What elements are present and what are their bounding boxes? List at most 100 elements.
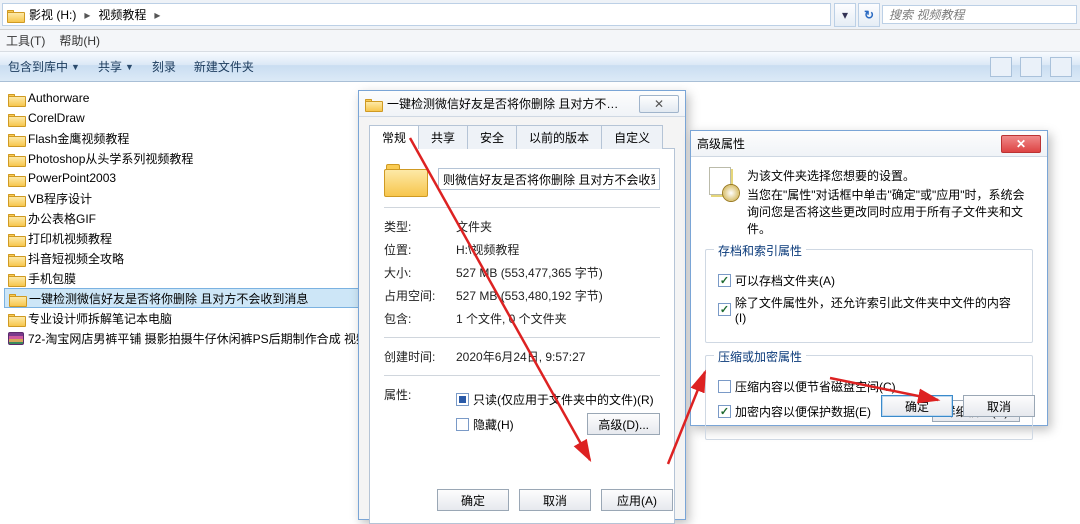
apply-button[interactable]: 应用(A): [601, 489, 673, 511]
menu-tools[interactable]: 工具(T): [6, 32, 45, 49]
dialog-title: 高级属性: [697, 135, 745, 152]
folder-large-icon: [384, 161, 426, 197]
readonly-checkbox[interactable]: [456, 393, 469, 406]
list-item[interactable]: 打印机视频教程: [4, 228, 376, 248]
folder-list: Authorware CorelDraw Flash金鹰视频教程 Photoshop从…: [0, 82, 380, 521]
compress-checkbox[interactable]: [718, 380, 731, 393]
label-created: 创建时间:: [384, 348, 456, 365]
list-item-label: VB程序设计: [28, 190, 92, 207]
help-button[interactable]: [1050, 57, 1072, 77]
list-item[interactable]: PowerPoint2003: [4, 168, 376, 188]
folder-name-input[interactable]: [438, 168, 660, 190]
list-item-label: 打印机视频教程: [28, 230, 112, 247]
hidden-checkbox[interactable]: [456, 418, 469, 431]
search-input[interactable]: 搜索 视频教程: [882, 5, 1077, 24]
folder-icon: [9, 292, 25, 305]
share-with[interactable]: 共享▼: [98, 58, 134, 75]
close-icon: ✕: [1016, 137, 1026, 151]
list-item-label: 手机包膜: [28, 270, 76, 287]
refresh-dropdown[interactable]: ▾: [834, 3, 856, 27]
index-checkbox[interactable]: [718, 303, 731, 316]
burn[interactable]: 刻录: [152, 58, 176, 75]
tab-4[interactable]: 自定义: [601, 125, 663, 149]
menu-help[interactable]: 帮助(H): [59, 32, 100, 49]
new-folder[interactable]: 新建文件夹: [194, 58, 254, 75]
value-location: H:\视频教程: [456, 241, 519, 258]
tab-0[interactable]: 常规: [369, 125, 419, 149]
value-ondisk: 527 MB (553,480,192 字节): [456, 287, 603, 304]
list-item[interactable]: 72-淘宝网店男裤平铺 摄影拍摄牛仔休闲裤PS后期制作合成 视频: [4, 328, 376, 348]
compress-label: 压缩内容以便节省磁盘空间(C): [735, 378, 896, 395]
list-item-label: 专业设计师拆解笔记本电脑: [28, 310, 172, 327]
breadcrumb-drive[interactable]: 影视 (H:): [23, 4, 82, 25]
view-options-button[interactable]: [990, 57, 1012, 77]
close-button[interactable]: ✕: [1001, 135, 1041, 153]
list-item-label: CorelDraw: [28, 111, 85, 125]
list-item[interactable]: CorelDraw: [4, 108, 376, 128]
command-toolbar: 包含到库中▼ 共享▼ 刻录 新建文件夹: [0, 52, 1080, 82]
list-item[interactable]: 手机包膜: [4, 268, 376, 288]
list-item[interactable]: 办公表格GIF: [4, 208, 376, 228]
address-bar: 影视 (H:) ▸ 视频教程 ▸ ▾ ↻ 搜索 视频教程: [0, 0, 1080, 30]
label-ondisk: 占用空间:: [384, 287, 456, 304]
cancel-button[interactable]: 取消: [519, 489, 591, 511]
tab-2[interactable]: 安全: [467, 125, 517, 149]
dialog-titlebar[interactable]: 高级属性 ✕: [691, 131, 1047, 157]
hidden-label: 隐藏(H): [473, 416, 514, 433]
archive-icon: [8, 332, 24, 345]
tab-strip: 常规共享安全以前的版本自定义: [369, 125, 675, 149]
list-item[interactable]: 抖音短视频全攻略: [4, 248, 376, 268]
list-item[interactable]: 专业设计师拆解笔记本电脑: [4, 308, 376, 328]
tab-1[interactable]: 共享: [418, 125, 468, 149]
list-item[interactable]: 一键检测微信好友是否将你删除 且对方不会收到消息: [4, 288, 376, 308]
folder-icon: [7, 8, 23, 21]
close-button[interactable]: ✕: [639, 95, 679, 113]
group-compress-encrypt: 压缩或加密属性: [714, 348, 806, 365]
folder-icon: [8, 272, 24, 285]
folder-icon: [8, 212, 24, 225]
refresh-button[interactable]: ↻: [858, 3, 880, 27]
ok-button[interactable]: 确定: [881, 395, 953, 417]
readonly-label: 只读(仅应用于文件夹中的文件)(R): [473, 391, 654, 408]
advanced-attributes-dialog: 高级属性 ✕ 为该文件夹选择您想要的设置。 当您在"属性"对话框中单击"确定"或…: [690, 130, 1048, 426]
list-item-label: 办公表格GIF: [28, 210, 96, 227]
encrypt-checkbox[interactable]: [718, 405, 731, 418]
label-location: 位置:: [384, 241, 456, 258]
list-item[interactable]: Authorware: [4, 88, 376, 108]
address-controls: ▾ ↻ 搜索 视频教程: [833, 0, 1080, 29]
list-item-label: 抖音短视频全攻略: [28, 250, 124, 267]
value-type: 文件夹: [456, 218, 492, 235]
list-item-label: Photoshop从头学系列视频教程: [28, 150, 193, 167]
folder-icon: [365, 97, 381, 110]
preview-pane-button[interactable]: [1020, 57, 1042, 77]
chevron-right-icon: ▸: [84, 8, 90, 22]
list-item[interactable]: Photoshop从头学系列视频教程: [4, 148, 376, 168]
tab-3[interactable]: 以前的版本: [516, 125, 602, 149]
list-item-label: Flash金鹰视频教程: [28, 130, 129, 147]
close-icon: ✕: [654, 97, 664, 111]
dialog-titlebar[interactable]: 一键检测微信好友是否将你删除 且对方不会收到消息 ... ✕: [359, 91, 685, 117]
list-item-label: PowerPoint2003: [28, 171, 116, 185]
cancel-button[interactable]: 取消: [963, 395, 1035, 417]
folder-icon: [8, 192, 24, 205]
ok-button[interactable]: 确定: [437, 489, 509, 511]
value-contains: 1 个文件, 0 个文件夹: [456, 310, 567, 327]
label-attributes: 属性:: [384, 386, 456, 440]
advanced-button[interactable]: 高级(D)...: [587, 413, 660, 435]
breadcrumb[interactable]: 影视 (H:) ▸ 视频教程 ▸: [2, 3, 831, 26]
archive-checkbox[interactable]: [718, 274, 731, 287]
breadcrumb-folder[interactable]: 视频教程: [92, 4, 152, 25]
list-item-label: 一键检测微信好友是否将你删除 且对方不会收到消息: [29, 290, 308, 307]
list-item-label: Authorware: [28, 91, 89, 105]
folder-icon: [8, 132, 24, 145]
folder-icon: [8, 312, 24, 325]
value-created: 2020年6月24日, 9:57:27: [456, 348, 585, 365]
list-item[interactable]: Flash金鹰视频教程: [4, 128, 376, 148]
archive-label: 可以存档文件夹(A): [735, 272, 835, 289]
list-item[interactable]: VB程序设计: [4, 188, 376, 208]
tab-panel-general: 类型:文件夹 位置:H:\视频教程 大小:527 MB (553,477,365…: [369, 148, 675, 524]
value-size: 527 MB (553,477,365 字节): [456, 264, 603, 281]
include-in-library[interactable]: 包含到库中▼: [8, 58, 80, 75]
folder-icon: [8, 172, 24, 185]
folder-icon: [8, 92, 24, 105]
